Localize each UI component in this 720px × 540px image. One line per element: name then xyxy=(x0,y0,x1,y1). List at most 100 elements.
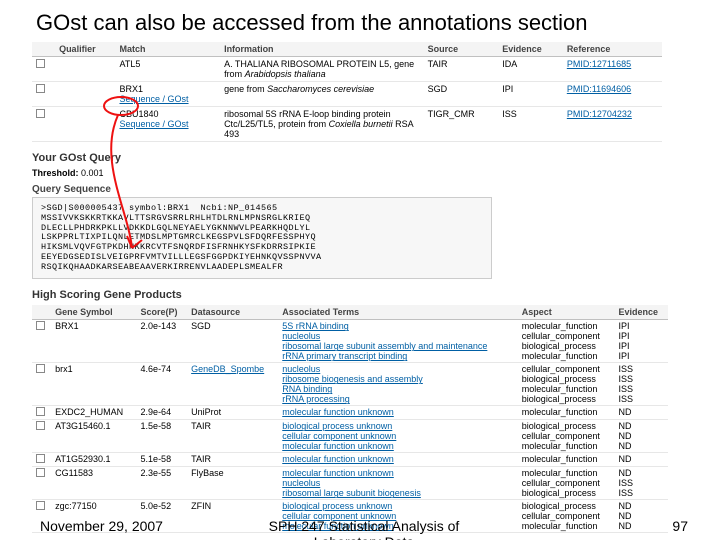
term-link[interactable]: RNA binding xyxy=(282,384,332,394)
col-header: Qualifier xyxy=(55,42,115,57)
match-symbol: BRX1 xyxy=(119,84,143,94)
col-header: Reference xyxy=(563,42,662,57)
col-header: Evidence xyxy=(498,42,563,57)
datasource-cell: SGD xyxy=(187,320,278,363)
term-link[interactable]: rRNA processing xyxy=(282,394,350,404)
page-title: GOst can also be accessed from the annot… xyxy=(36,10,706,36)
checkbox[interactable] xyxy=(36,468,45,477)
match-symbol: CBU1840 xyxy=(119,109,158,119)
checkbox[interactable] xyxy=(36,454,45,463)
threshold-value: 0.001 xyxy=(81,168,104,178)
evidence-cell: NDISSISS xyxy=(615,467,668,500)
term-link[interactable]: molecular function unknown xyxy=(282,454,394,464)
col-header: Datasource xyxy=(187,305,278,320)
score-cell: 5.1e-58 xyxy=(137,453,188,467)
high-scoring-heading: High Scoring Gene Products xyxy=(32,289,706,301)
aspect-cell: biological_processcellular_componentmole… xyxy=(518,420,615,453)
col-header: Gene Symbol xyxy=(51,305,136,320)
aspect-cell: molecular_function xyxy=(518,406,615,420)
term-link[interactable]: ribosomal large subunit assembly and mai… xyxy=(282,341,487,351)
term-link[interactable]: ribosome biogenesis and assembly xyxy=(282,374,423,384)
term-link[interactable]: 5S rRNA binding xyxy=(282,321,349,331)
threshold-line: Threshold: 0.001 xyxy=(32,168,706,178)
info-cell: gene from Saccharomyces cerevisiae xyxy=(220,82,424,107)
checkbox[interactable] xyxy=(36,109,45,118)
annotations-table: QualifierMatchInformationSourceEvidenceR… xyxy=(32,42,662,142)
table-row: ATL5 A. THALIANA RIBOSOMAL PROTEIN L5, ge… xyxy=(32,57,662,82)
term-link[interactable]: molecular function unknown xyxy=(282,468,394,478)
score-cell: 4.6e-74 xyxy=(137,363,188,406)
footer-center: SPH 247 Statistical Analysis ofLaborator… xyxy=(40,518,688,540)
table-row: EXDC2_HUMAN2.9e-64UniProt molecular funct… xyxy=(32,406,668,420)
slide: GOst can also be accessed from the annot… xyxy=(0,0,720,540)
aspect-cell: molecular_functioncellular_componentbiol… xyxy=(518,320,615,363)
evidence-cell: IDA xyxy=(498,57,563,82)
datasource-cell: TAIR xyxy=(187,420,278,453)
slide-footer: November 29, 2007 SPH 247 Statistical An… xyxy=(40,518,688,534)
datasource-cell: TAIR xyxy=(187,453,278,467)
gene-symbol: brx1 xyxy=(51,363,136,406)
aspect-cell: cellular_componentbiological_processmole… xyxy=(518,363,615,406)
score-cell: 1.5e-58 xyxy=(137,420,188,453)
sequence-box: >SGD|S000005437 symbol:BRX1 Ncbi:NP_0145… xyxy=(32,197,492,279)
col-header: Information xyxy=(220,42,424,57)
reference-link[interactable]: PMID:12704232 xyxy=(567,109,632,119)
term-link[interactable]: nucleolus xyxy=(282,478,320,488)
table-row: CBU1840Sequence / GOst ribosomal 5S rRNA … xyxy=(32,107,662,142)
gene-symbol: EXDC2_HUMAN xyxy=(51,406,136,420)
col-header: Evidence xyxy=(615,305,668,320)
evidence-cell: ISS xyxy=(498,107,563,142)
datasource-link[interactable]: GeneDB_Spombe xyxy=(191,364,264,374)
checkbox[interactable] xyxy=(36,84,45,93)
results-table: Gene SymbolScore(P)DatasourceAssociated … xyxy=(32,305,668,533)
checkbox[interactable] xyxy=(36,59,45,68)
match-symbol: ATL5 xyxy=(119,59,140,69)
sequence-gost-link[interactable]: Sequence / GOst xyxy=(119,94,188,104)
col-header: Score(P) xyxy=(137,305,188,320)
evidence-cell: ND xyxy=(615,453,668,467)
info-cell: A. THALIANA RIBOSOMAL PROTEIN L5, gene f… xyxy=(220,57,424,82)
score-cell: 2.0e-143 xyxy=(137,320,188,363)
reference-link[interactable]: PMID:12711685 xyxy=(567,59,631,69)
gene-symbol: AT3G15460.1 xyxy=(51,420,136,453)
checkbox[interactable] xyxy=(36,501,45,510)
term-link[interactable]: rRNA primary transcript binding xyxy=(282,351,407,361)
query-sequence-label: Query Sequence xyxy=(32,184,706,195)
info-cell: ribosomal 5S rRNA E-loop binding protein… xyxy=(220,107,424,142)
evidence-cell: NDNDND xyxy=(615,420,668,453)
term-link[interactable]: cellular component unknown xyxy=(282,431,396,441)
term-link[interactable]: ribosomal large subunit biogenesis xyxy=(282,488,421,498)
table-row: AT1G52930.15.1e-58TAIRmolecular function… xyxy=(32,453,668,467)
checkbox[interactable] xyxy=(36,407,45,416)
datasource-cell: FlyBase xyxy=(187,467,278,500)
table-row: CG115832.3e-55FlyBasemolecular function … xyxy=(32,467,668,500)
checkbox[interactable] xyxy=(36,421,45,430)
aspect-cell: molecular_functioncellular_componentbiol… xyxy=(518,467,615,500)
evidence-cell: IPI xyxy=(498,82,563,107)
term-link[interactable]: biological process unknown xyxy=(282,501,392,511)
source-cell: TAIR xyxy=(424,57,499,82)
table-row: BRX1Sequence / GOst gene from Saccharomyc… xyxy=(32,82,662,107)
evidence-cell: ISSISSISSISS xyxy=(615,363,668,406)
aspect-cell: molecular_function xyxy=(518,453,615,467)
col-header: Match xyxy=(115,42,220,57)
term-link[interactable]: biological process unknown xyxy=(282,421,392,431)
term-link[interactable]: molecular function unknown xyxy=(282,441,394,451)
checkbox[interactable] xyxy=(36,364,45,373)
term-link[interactable]: nucleolus xyxy=(282,364,320,374)
sequence-gost-link[interactable]: Sequence / GOst xyxy=(119,119,188,129)
checkbox[interactable] xyxy=(36,321,45,330)
score-cell: 2.9e-64 xyxy=(137,406,188,420)
term-link[interactable]: nucleolus xyxy=(282,331,320,341)
gene-symbol: BRX1 xyxy=(51,320,136,363)
reference-link[interactable]: PMID:11694606 xyxy=(567,84,631,94)
datasource-cell: UniProt xyxy=(187,406,278,420)
threshold-label: Threshold: xyxy=(32,168,79,178)
col-header: Aspect xyxy=(518,305,615,320)
evidence-cell: IPIIPIIPIIPI xyxy=(615,320,668,363)
table-row: BRX12.0e-143SGD5S rRNA bindingnucleolusr… xyxy=(32,320,668,363)
term-link[interactable]: molecular function unknown xyxy=(282,407,394,417)
col-header: Source xyxy=(424,42,499,57)
evidence-cell: ND xyxy=(615,406,668,420)
col-header: Associated Terms xyxy=(278,305,518,320)
